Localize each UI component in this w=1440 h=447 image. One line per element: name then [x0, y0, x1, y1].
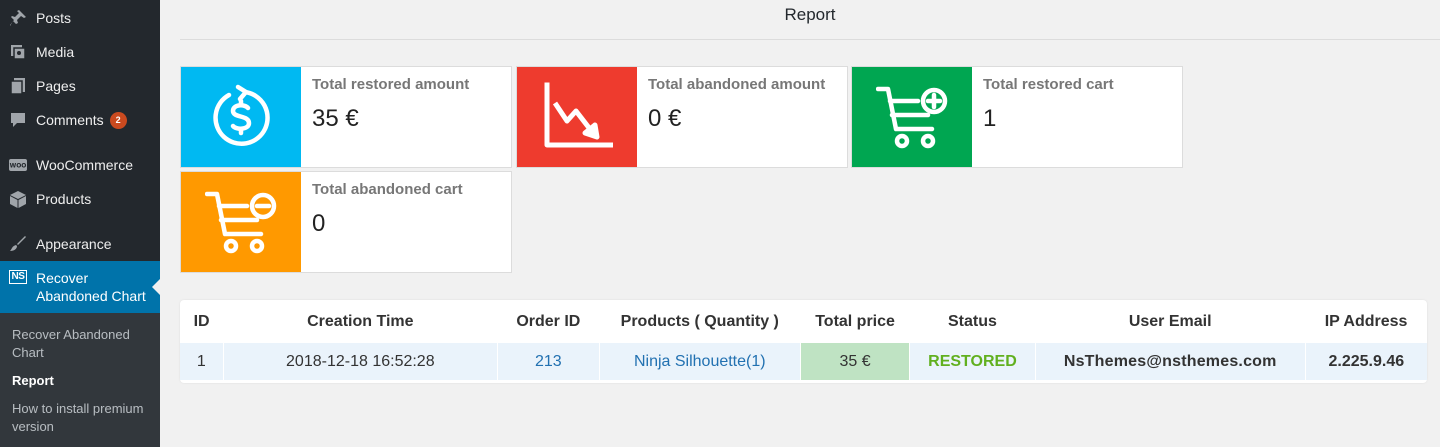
stat-value: 0 €: [648, 105, 682, 132]
status-badge: RESTORED: [928, 352, 1017, 370]
menu-item-comments[interactable]: Comments 2: [0, 103, 160, 137]
cell-ip-address: 2.225.9.46: [1328, 352, 1405, 370]
ns-logo-icon: NS: [0, 261, 36, 284]
menu-item-pages[interactable]: Pages: [0, 69, 160, 103]
stat-card-abandoned-amount: Total abandoned amount 0 €: [516, 66, 848, 168]
report-table-container: ID Creation Time Order ID Products ( Qua…: [180, 300, 1427, 383]
product-link[interactable]: Ninja Silhouette(1): [634, 353, 766, 370]
menu-item-appearance[interactable]: Appearance: [0, 227, 160, 261]
submenu-item-report[interactable]: Report: [12, 372, 152, 390]
column-header-total-price: Total price: [815, 312, 895, 330]
menu-label: Media: [36, 44, 75, 60]
stat-card-restored-amount: Total restored amount 35 €: [180, 66, 512, 168]
menu-label: WooCommerce: [36, 157, 133, 173]
column-header-creation-time: Creation Time: [307, 312, 414, 330]
column-header-order-id: Order ID: [516, 312, 581, 330]
menu-label: Appearance: [36, 236, 112, 252]
page-title: Report: [784, 5, 836, 24]
cell-creation-time: 2018-12-18 16:52:28: [223, 343, 499, 380]
admin-sidebar: Posts Media Pages Comments 2 WOO WooComm…: [0, 0, 160, 447]
submenu-item-how-to-install[interactable]: How to install premium version: [12, 400, 152, 436]
menu-label: Posts: [36, 10, 72, 26]
menu-item-products[interactable]: Products: [0, 182, 160, 216]
menu-label: Pages: [36, 78, 76, 94]
title-divider: [180, 39, 1440, 40]
stat-label: Total restored amount: [312, 76, 470, 93]
column-header-id: ID: [193, 312, 210, 330]
cell-id: 1: [180, 343, 224, 380]
media-icon: [0, 42, 36, 62]
menu-item-woocommerce[interactable]: WOO WooCommerce: [0, 148, 160, 182]
menu-item-media[interactable]: Media: [0, 35, 160, 69]
pin-icon: [0, 8, 36, 28]
current-menu-arrow: [152, 279, 160, 295]
woocommerce-icon: WOO: [0, 155, 36, 175]
column-header-user-email: User Email: [1128, 312, 1212, 330]
report-table: ID Creation Time Order ID Products ( Qua…: [180, 300, 1427, 380]
comment-count-badge: 2: [109, 111, 127, 129]
table-header-row: ID Creation Time Order ID Products ( Qua…: [180, 300, 1427, 343]
cart-plus-icon: [852, 67, 972, 167]
submenu: Recover Abandoned Chart Report How to in…: [0, 313, 160, 447]
stat-value: 35 €: [312, 105, 359, 132]
cell-user-email: NsThemes@nsthemes.com: [1063, 352, 1277, 370]
column-header-status: Status: [948, 312, 997, 330]
stat-card-restored-cart: Total restored cart 1: [851, 66, 1183, 168]
submenu-item-recover-abandoned-chart[interactable]: Recover Abandoned Chart: [12, 326, 152, 362]
ns-logo: NS: [8, 270, 28, 284]
box-icon: [0, 189, 36, 209]
order-link[interactable]: 213: [535, 353, 562, 370]
stat-label: Total restored cart: [983, 76, 1114, 93]
cell-total-price: 35 €: [800, 343, 911, 380]
stat-card-abandoned-cart: Total abandoned cart 0: [180, 171, 512, 273]
stat-value: 1: [983, 105, 997, 132]
stat-value: 0: [312, 210, 326, 237]
stat-label: Total abandoned amount: [648, 76, 826, 93]
brush-icon: [0, 234, 36, 254]
menu-item-posts[interactable]: Posts: [0, 1, 160, 35]
menu-item-recover-abandoned-chart[interactable]: NS Recover Abandoned Chart: [0, 261, 160, 313]
dollar-refresh-icon: [181, 67, 301, 167]
menu-label-wrapper: Recover Abandoned Chart: [36, 261, 146, 305]
column-header-ip-address: IP Address: [1324, 312, 1408, 330]
menu-label-line1: Recover: [36, 270, 89, 286]
svg-text:WOO: WOO: [10, 163, 27, 170]
cart-minus-icon: [181, 172, 301, 272]
pages-icon: [0, 76, 36, 96]
comment-icon: [0, 110, 36, 130]
table-row: 1 2018-12-18 16:52:28 213 Ninja Silhouet…: [180, 343, 1427, 380]
chart-down-icon: [517, 67, 637, 167]
menu-label: Comments: [36, 112, 104, 128]
menu-label: Products: [36, 191, 92, 207]
menu-label-line2: Abandoned Chart: [36, 288, 146, 304]
column-header-products: Products ( Quantity ): [620, 312, 779, 330]
stat-label: Total abandoned cart: [312, 181, 463, 198]
